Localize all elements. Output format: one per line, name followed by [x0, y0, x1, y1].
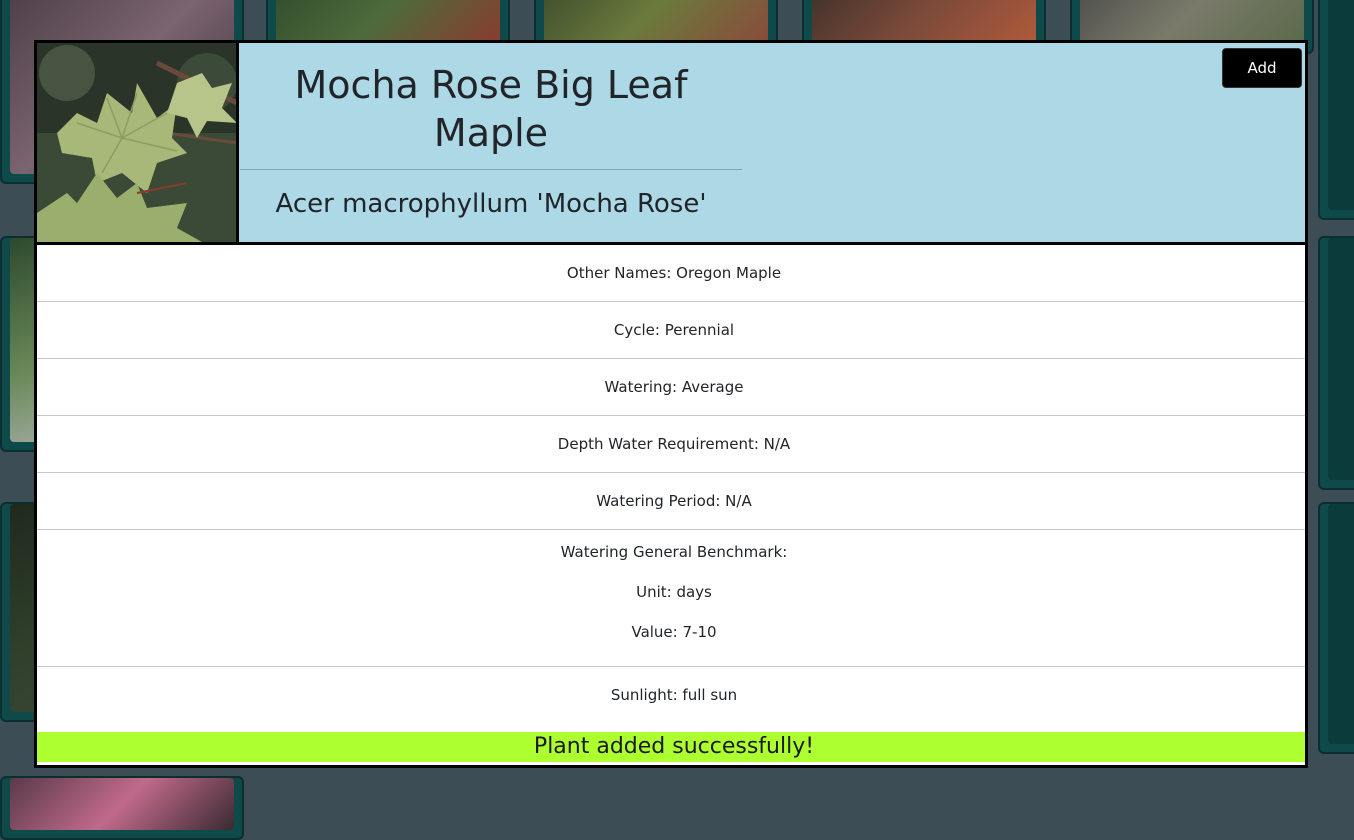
plant-header: Mocha Rose Big Leaf Maple Acer macrophyl… [37, 43, 1305, 245]
plant-details-modal: Mocha Rose Big Leaf Maple Acer macrophyl… [34, 40, 1308, 768]
plant-card[interactable] [1318, 502, 1354, 754]
plant-card[interactable] [1318, 0, 1354, 220]
title-divider [240, 169, 742, 170]
detail-watering: Watering: Average [37, 359, 1305, 416]
plant-scientific-name: Acer macrophyllum 'Mocha Rose' [275, 189, 707, 219]
plant-card[interactable] [1318, 236, 1354, 490]
title-block: Mocha Rose Big Leaf Maple Acer macrophyl… [240, 43, 742, 242]
detail-other-names: Other Names: Oregon Maple [37, 245, 1305, 302]
benchmark-unit: Unit: days [636, 583, 712, 601]
benchmark-title: Watering General Benchmark: [560, 543, 788, 561]
plant-common-name: Mocha Rose Big Leaf Maple [294, 63, 688, 155]
maple-leaf-photo [37, 43, 236, 242]
plant-photo [37, 43, 239, 242]
detail-sunlight: Sunlight: full sun [610, 686, 738, 704]
plant-card[interactable] [0, 776, 244, 840]
benchmark-value: Value: 7-10 [631, 623, 717, 641]
detail-watering-benchmark: Watering General Benchmark: Unit: days V… [37, 530, 1305, 667]
detail-watering-period: Watering Period: N/A [37, 473, 1305, 530]
detail-cycle: Cycle: Perennial [37, 302, 1305, 359]
plant-detail-list: Other Names: Oregon Maple Cycle: Perenni… [37, 245, 1305, 724]
detail-depth-water: Depth Water Requirement: N/A [37, 416, 1305, 473]
add-button[interactable]: Add [1222, 48, 1302, 88]
success-message: Plant added successfully! [37, 732, 1305, 762]
